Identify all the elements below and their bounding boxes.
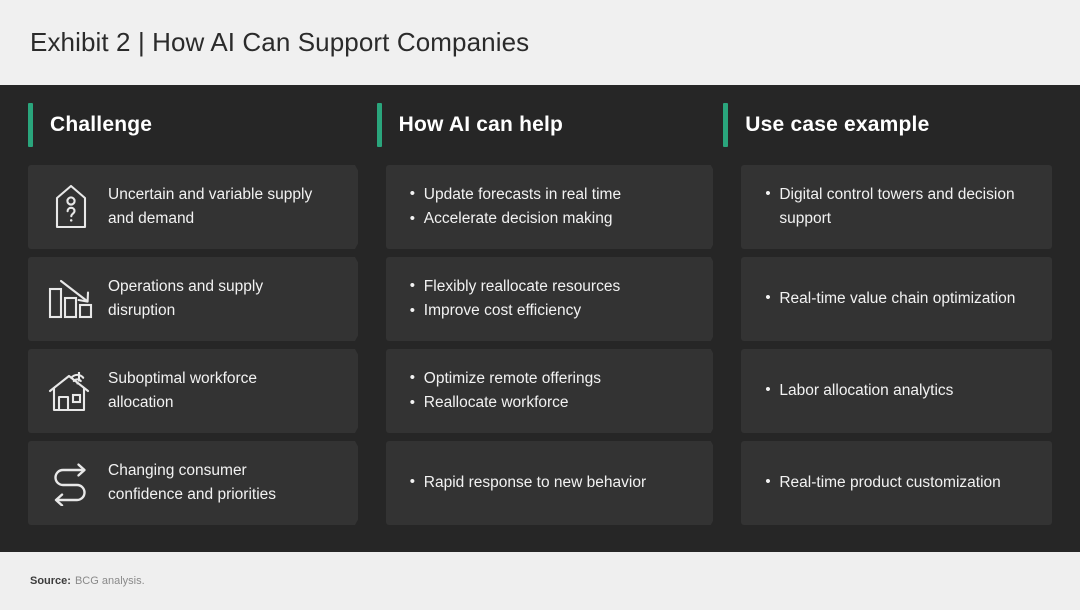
table-row: Uncertain and variable supply and demand… (28, 165, 1052, 249)
list-item: Flexibly reallocate resources (410, 274, 620, 299)
column-header-label: How AI can help (398, 113, 564, 136)
list-item: Real-time value chain optimization (765, 286, 1015, 311)
column-header-use-case-example: Use case example (723, 85, 1052, 165)
challenge-text: Changing consumer confidence and priorit… (108, 461, 277, 503)
source-text: BCG analysis. (74, 575, 145, 587)
exhibit-slide: Exhibit 2 | How AI Can Support Companies… (0, 0, 1080, 610)
declining-bar-chart-icon (34, 277, 108, 321)
source-label: Source: (30, 575, 71, 587)
list-item: Labor allocation analytics (765, 378, 953, 403)
use-case-cell: Labor allocation analytics (741, 349, 1052, 433)
list-item: Digital control towers and decision supp… (765, 182, 1026, 232)
footer: Source: BCG analysis. (0, 552, 1080, 610)
accent-bar-icon (376, 103, 382, 147)
column-header-challenge: Challenge (28, 85, 377, 165)
table-row: Suboptimal workforce allocation Optimize… (28, 349, 1052, 433)
challenge-cell: Uncertain and variable supply and demand (28, 165, 358, 249)
column-header-row: Challenge How AI can help Use case examp… (28, 85, 1052, 165)
matrix-rows: Uncertain and variable supply and demand… (28, 165, 1052, 525)
usecase-bullet-list: Digital control towers and decision supp… (741, 182, 1052, 232)
how-ai-can-help-cell: Flexibly reallocate resources Improve co… (385, 257, 714, 341)
list-item: Real-time product customization (765, 470, 1000, 495)
list-item: Accelerate decision making (410, 206, 621, 231)
list-item: Optimize remote offerings (410, 366, 601, 391)
help-bullet-list: Optimize remote offerings Reallocate wor… (386, 366, 627, 416)
table-row: Operations and supply disruption Flexibl… (28, 257, 1052, 341)
table-row: Changing consumer confidence and priorit… (28, 441, 1052, 525)
challenge-cell: Suboptimal workforce allocation (28, 349, 358, 433)
column-header-how-ai-can-help: How AI can help (376, 85, 724, 165)
challenge-cell: Operations and supply disruption (28, 257, 358, 341)
list-item: Update forecasts in real time (410, 182, 621, 207)
accent-bar-icon (723, 103, 729, 147)
help-bullet-list: Update forecasts in real time Accelerate… (386, 182, 647, 232)
column-header-label: Use case example (745, 113, 930, 136)
use-case-cell: Digital control towers and decision supp… (741, 165, 1052, 249)
help-bullet-list: Rapid response to new behavior (386, 470, 672, 495)
tag-question-icon (34, 183, 108, 231)
title-band: Exhibit 2 | How AI Can Support Companies (0, 0, 1080, 85)
usecase-bullet-list: Real-time value chain optimization (741, 286, 1041, 311)
winding-arrow-icon (34, 460, 108, 506)
challenge-text: Operations and supply disruption (108, 277, 264, 319)
how-ai-can-help-cell: Update forecasts in real time Accelerate… (385, 165, 714, 249)
help-bullet-list: Flexibly reallocate resources Improve co… (386, 274, 646, 324)
column-header-label: Challenge (50, 113, 153, 136)
challenge-text: Suboptimal workforce allocation (108, 369, 258, 411)
house-wifi-icon (34, 368, 108, 414)
use-case-cell: Real-time value chain optimization (741, 257, 1052, 341)
challenge-cell: Changing consumer confidence and priorit… (28, 441, 358, 525)
matrix-body: Challenge How AI can help Use case examp… (0, 85, 1080, 552)
usecase-bullet-list: Labor allocation analytics (741, 378, 979, 403)
use-case-cell: Real-time product customization (741, 441, 1052, 525)
list-item: Reallocate workforce (410, 390, 601, 415)
list-item: Rapid response to new behavior (410, 470, 646, 495)
list-item: Improve cost efficiency (410, 298, 620, 323)
page-title: Exhibit 2 | How AI Can Support Companies (30, 27, 530, 57)
challenge-text: Uncertain and variable supply and demand (108, 185, 313, 227)
usecase-bullet-list: Real-time product customization (741, 470, 1026, 495)
accent-bar-icon (28, 103, 33, 147)
how-ai-can-help-cell: Rapid response to new behavior (385, 441, 714, 525)
how-ai-can-help-cell: Optimize remote offerings Reallocate wor… (385, 349, 714, 433)
